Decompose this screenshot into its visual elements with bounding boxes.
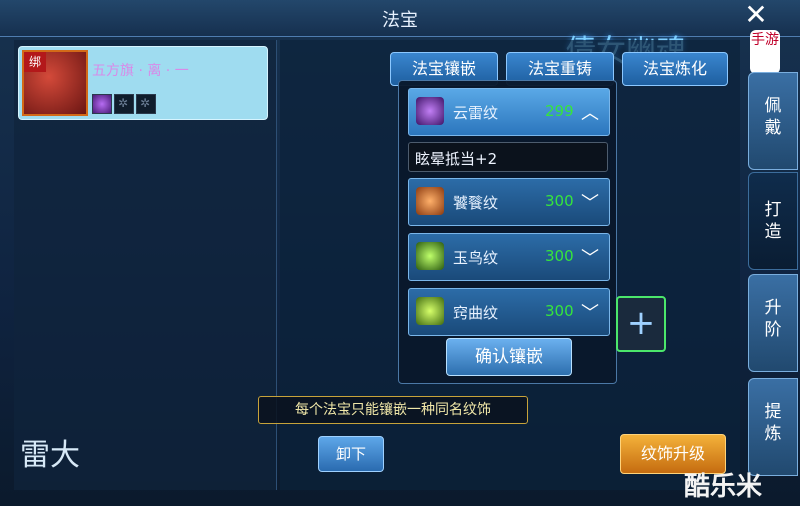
chevron-down-icon[interactable]: ﹀ — [581, 299, 599, 325]
glyph-option-yunlei[interactable]: 云雷纹 299 ︿ — [408, 88, 610, 136]
chevron-down-icon[interactable]: ﹀ — [581, 244, 599, 270]
slot-empty-icon: ✲ — [118, 96, 129, 110]
yunlei-glyph-icon — [416, 97, 444, 125]
side-tab-advance[interactable]: 升阶 — [748, 274, 798, 372]
bound-badge: 绑 — [24, 52, 46, 72]
unload-button[interactable]: 卸下 — [318, 436, 384, 472]
glyph-slot-filled-icon[interactable] — [92, 94, 112, 114]
confirm-inlay-button[interactable]: 确认镶嵌 — [446, 338, 572, 376]
taotie-glyph-icon — [416, 187, 444, 215]
corner-logo: 雷大 — [20, 438, 80, 473]
tab-refine[interactable]: 法宝炼化 — [622, 52, 728, 86]
side-tab-label: 佩戴 — [764, 96, 782, 138]
add-glyph-button[interactable]: + — [616, 296, 666, 352]
glyph-option-cost: 300 — [545, 192, 574, 210]
glyph-option-cost: 300 — [545, 247, 574, 265]
window-title: 法宝 — [382, 10, 418, 31]
side-tab-label: 打造 — [764, 200, 782, 242]
glyph-option-qiaoqu[interactable]: 窍曲纹 300 ﹀ — [408, 288, 610, 336]
glyph-effect-text: 眩晕抵当+2 — [415, 150, 498, 168]
game-logo-tag: 手游 — [750, 30, 780, 74]
chevron-up-icon[interactable]: ︿ — [581, 99, 599, 125]
slot-empty-icon: ✲ — [140, 96, 151, 110]
site-watermark: 酷乐米 — [684, 472, 763, 502]
glyph-option-yuniao[interactable]: 玉鸟纹 300 ﹀ — [408, 233, 610, 281]
glyph-option-label: 饕餮纹 — [453, 194, 499, 212]
chevron-down-icon[interactable]: ﹀ — [581, 189, 599, 215]
treasure-name: 五方旗 · 离 · 一 — [92, 63, 189, 79]
glyph-option-cost: 300 — [545, 302, 574, 320]
side-tab-extract[interactable]: 提炼 — [748, 378, 798, 476]
glyph-option-label: 云雷纹 — [453, 104, 499, 122]
glyph-effect-box: 眩晕抵当+2 — [408, 142, 608, 172]
qiaoqu-glyph-icon — [416, 297, 444, 325]
glyph-option-label: 窍曲纹 — [453, 304, 499, 322]
side-tab-forge[interactable]: 打造 — [748, 172, 798, 270]
side-tab-wear[interactable]: 佩戴 — [748, 72, 798, 170]
yuniao-glyph-icon — [416, 242, 444, 270]
inlay-hint: 每个法宝只能镶嵌一种同名纹饰 — [258, 396, 528, 424]
glyph-option-cost: 299 — [545, 102, 574, 120]
side-tab-label: 升阶 — [764, 298, 782, 340]
side-tab-label: 提炼 — [764, 402, 782, 444]
glyph-slot-empty-icon[interactable]: ✲ — [114, 94, 134, 114]
glyph-slot-empty-icon[interactable]: ✲ — [136, 94, 156, 114]
glyph-option-label: 玉鸟纹 — [453, 249, 499, 267]
glyph-option-taotie[interactable]: 饕餮纹 300 ﹀ — [408, 178, 610, 226]
